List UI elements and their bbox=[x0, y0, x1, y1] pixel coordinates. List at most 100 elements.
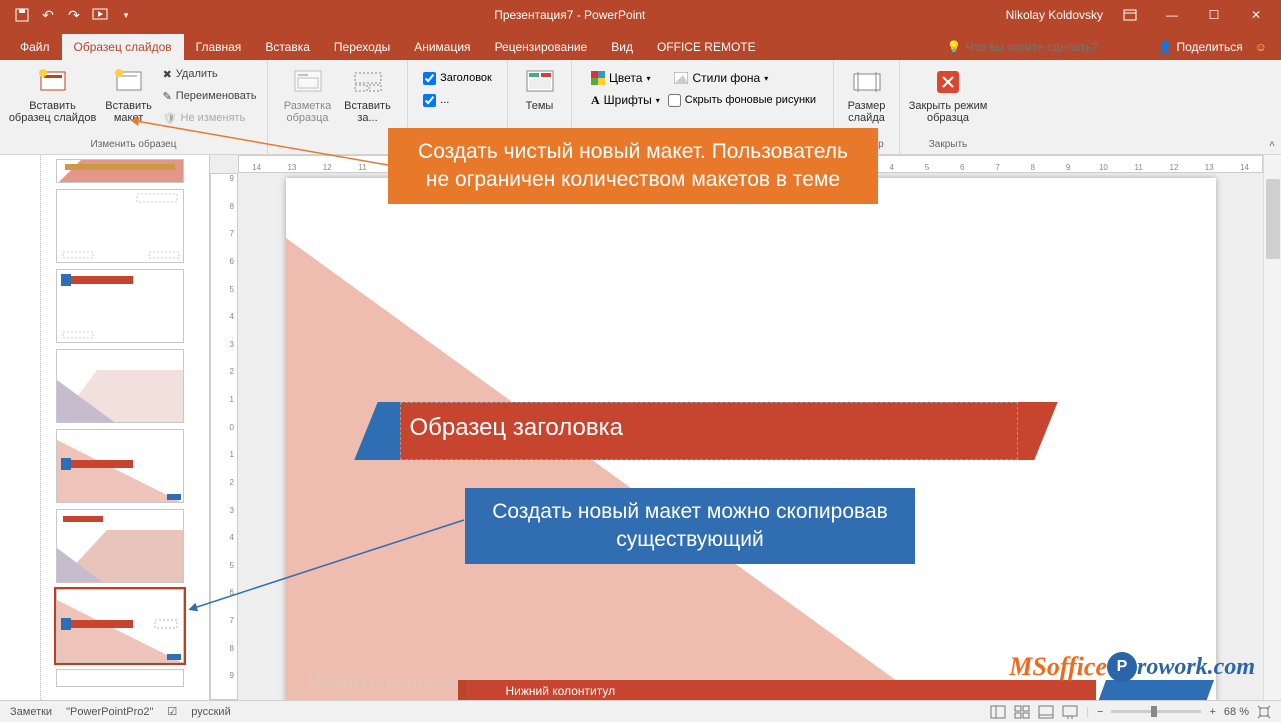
rename-icon: ✎ bbox=[163, 90, 172, 103]
accessibility-icon[interactable]: ☑ bbox=[167, 705, 177, 718]
close-master-icon bbox=[932, 66, 964, 98]
tab-view[interactable]: Вид bbox=[599, 34, 645, 60]
fit-to-window-icon[interactable] bbox=[1257, 705, 1271, 719]
chevron-down-icon: ▾ bbox=[764, 74, 768, 83]
preserve-button: 🛡Не изменять bbox=[161, 108, 259, 128]
slide[interactable]: Образец заголовка MSofficeProwork.com P▸… bbox=[286, 178, 1216, 700]
hide-bg-checkbox[interactable]: Скрыть фоновые рисунки bbox=[668, 90, 816, 110]
zoom-out-button[interactable]: − bbox=[1097, 706, 1103, 718]
insert-layout-icon bbox=[113, 66, 145, 98]
workspace: 141312111098765432101234567891011121314 … bbox=[0, 155, 1281, 700]
preserve-icon: 🛡 bbox=[163, 112, 177, 125]
tellme-search[interactable]: 💡 bbox=[947, 40, 1146, 54]
colors-icon bbox=[591, 71, 605, 85]
vertical-scrollbar[interactable] bbox=[1263, 155, 1281, 700]
start-slideshow-icon[interactable] bbox=[92, 7, 108, 23]
tab-file[interactable]: Файл bbox=[8, 34, 62, 60]
insert-placeholder-button[interactable]: Вставить за... bbox=[340, 64, 396, 124]
title-placeholder-text[interactable]: Образец заголовка bbox=[410, 414, 623, 442]
user-name[interactable]: Nikolay Koldovsky bbox=[1006, 8, 1103, 22]
canvas[interactable]: Образец заголовка MSofficeProwork.com P▸… bbox=[238, 173, 1263, 700]
footer-accent bbox=[1097, 680, 1213, 700]
insert-slide-master-button[interactable]: Вставить образец слайдов bbox=[9, 64, 97, 124]
titlebar: ↶ ↷ ▾ Презентация7 - PowerPoint Nikolay … bbox=[0, 0, 1281, 30]
tab-insert[interactable]: Вставка bbox=[253, 34, 322, 60]
layout-thumb[interactable] bbox=[56, 669, 184, 687]
tab-officeremote[interactable]: OFFICE REMOTE bbox=[645, 34, 768, 60]
close-master-button[interactable]: Закрыть режим образца bbox=[904, 64, 992, 124]
footers-checkbox[interactable]: ... bbox=[423, 90, 449, 110]
slide-watermark: MSofficeProwork.com bbox=[306, 671, 467, 692]
layout-thumb[interactable] bbox=[56, 509, 184, 583]
bg-styles-icon bbox=[674, 72, 688, 84]
zoom-level[interactable]: 68 % bbox=[1224, 706, 1249, 718]
zoom-in-button[interactable]: + bbox=[1209, 706, 1215, 718]
footer-placeholder[interactable]: Нижний колонтитул bbox=[466, 680, 1096, 700]
redo-icon[interactable]: ↷ bbox=[66, 7, 82, 23]
insert-master-icon bbox=[37, 66, 69, 98]
view-normal-icon[interactable] bbox=[990, 705, 1006, 719]
tellme-input[interactable] bbox=[966, 40, 1146, 54]
minimize-icon[interactable]: — bbox=[1157, 0, 1187, 30]
tab-home[interactable]: Главная bbox=[184, 34, 254, 60]
vertical-ruler[interactable]: 9876543210123456789 bbox=[210, 173, 238, 700]
themes-icon bbox=[524, 66, 556, 98]
tab-review[interactable]: Рецензирование bbox=[483, 34, 600, 60]
zoom-slider[interactable] bbox=[1111, 710, 1201, 713]
thumbnails-pane[interactable] bbox=[0, 155, 210, 700]
layout-thumb[interactable] bbox=[56, 349, 184, 423]
title-shape[interactable]: Образец заголовка bbox=[400, 402, 1018, 460]
view-sorter-icon[interactable] bbox=[1014, 705, 1030, 719]
ribbon-tabs: Файл Образец слайдов Главная Вставка Пер… bbox=[0, 30, 1281, 60]
tab-transitions[interactable]: Переходы bbox=[322, 34, 402, 60]
placeholder-icon bbox=[352, 66, 384, 98]
master-layout-icon bbox=[292, 66, 324, 98]
chevron-down-icon: ▾ bbox=[646, 74, 650, 83]
chevron-down-icon: ▾ bbox=[656, 96, 660, 105]
tab-slidemaster[interactable]: Образец слайдов bbox=[62, 34, 184, 60]
close-icon[interactable]: ✕ bbox=[1241, 0, 1271, 30]
maximize-icon[interactable]: ☐ bbox=[1199, 0, 1229, 30]
hierarchy-line bbox=[40, 155, 41, 700]
zoom-slider-thumb[interactable] bbox=[1151, 706, 1157, 717]
ribbon-display-icon[interactable] bbox=[1115, 0, 1145, 30]
themes-button[interactable]: Темы bbox=[512, 64, 568, 112]
slide-size-button[interactable]: Размер слайда bbox=[839, 64, 895, 124]
bg-styles-button[interactable]: Стили фона▾ bbox=[672, 68, 770, 88]
delete-button[interactable]: ✖Удалить bbox=[161, 64, 259, 84]
fonts-icon: A bbox=[591, 93, 600, 108]
editor-area: 141312111098765432101234567891011121314 … bbox=[210, 155, 1281, 700]
qat-customize-icon[interactable]: ▾ bbox=[118, 7, 134, 23]
lightbulb-icon: 💡 bbox=[947, 40, 962, 54]
share-button[interactable]: 👤 Поделиться bbox=[1158, 40, 1243, 54]
delete-icon: ✖ bbox=[163, 68, 172, 81]
layout-thumb-selected[interactable] bbox=[56, 589, 184, 663]
save-icon[interactable] bbox=[14, 7, 30, 23]
scrollbar-thumb[interactable] bbox=[1266, 179, 1280, 259]
language-indicator[interactable]: русский bbox=[191, 706, 230, 718]
view-slideshow-icon[interactable] bbox=[1062, 705, 1078, 719]
layout-thumb[interactable] bbox=[56, 269, 184, 343]
smile-feedback-icon[interactable]: ☺ bbox=[1255, 40, 1267, 54]
tab-animation[interactable]: Анимация bbox=[402, 34, 482, 60]
group-close-label: Закрыть bbox=[900, 137, 996, 152]
template-indicator[interactable]: "PowerPointPro2" bbox=[66, 706, 153, 718]
undo-icon[interactable]: ↶ bbox=[40, 7, 56, 23]
page-watermark: MSoffice P rowork.com bbox=[1009, 652, 1255, 682]
layout-thumb[interactable] bbox=[56, 429, 184, 503]
layout-thumb[interactable] bbox=[56, 159, 184, 183]
view-reading-icon[interactable] bbox=[1038, 705, 1054, 719]
colors-button[interactable]: Цвета▾ bbox=[589, 68, 652, 88]
notes-button[interactable]: Заметки bbox=[10, 706, 52, 718]
fonts-button[interactable]: AШрифты▾ bbox=[589, 90, 662, 110]
callout-blue: Создать новый макет можно скопировав сущ… bbox=[465, 488, 915, 564]
collapse-ribbon-icon[interactable]: ˄ bbox=[1269, 139, 1275, 150]
callout-orange: Создать чистый новый макет. Пользователь… bbox=[388, 128, 878, 204]
master-layout-button[interactable]: Разметка образца bbox=[280, 64, 336, 124]
title-checkbox[interactable]: Заголовок bbox=[423, 68, 492, 88]
rename-button[interactable]: ✎Переименовать bbox=[161, 86, 259, 106]
statusbar: Заметки "PowerPointPro2" ☑ русский | − +… bbox=[0, 700, 1281, 722]
layout-thumb[interactable] bbox=[56, 189, 184, 263]
group-edit-master-label: Изменить образец bbox=[0, 137, 267, 152]
insert-layout-button[interactable]: Вставить макет bbox=[101, 64, 157, 124]
